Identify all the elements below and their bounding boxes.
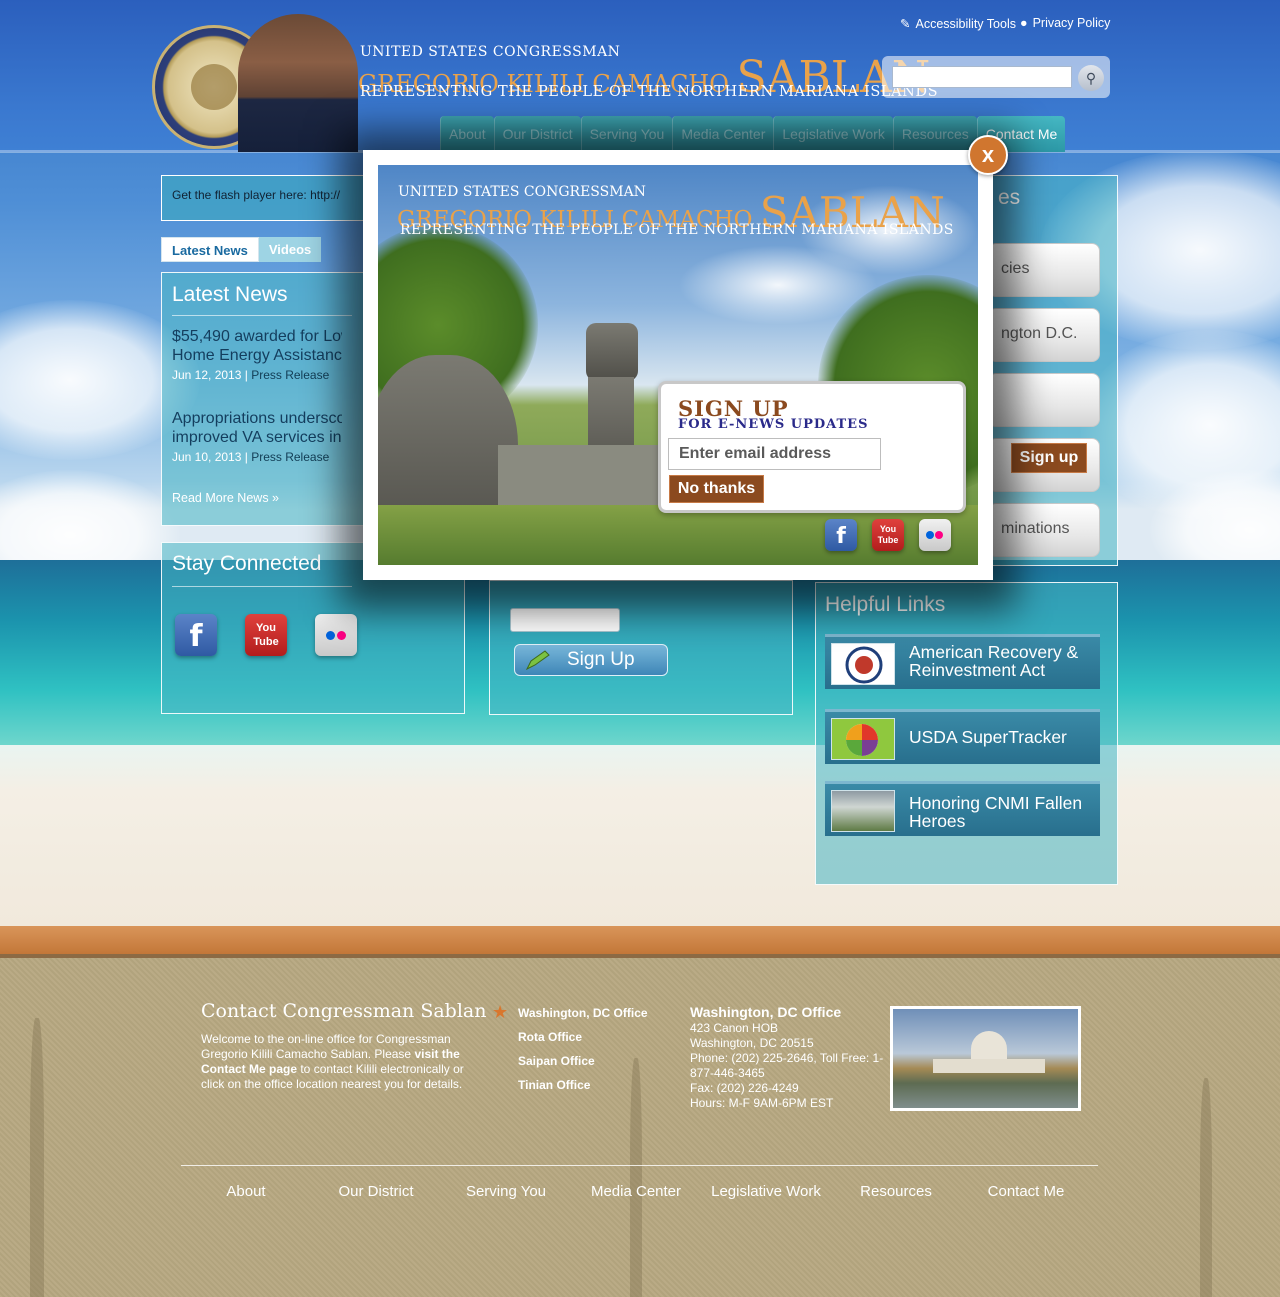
read-more-news-link[interactable]: Read More News » xyxy=(172,491,279,505)
youtube-icon[interactable]: You Tube xyxy=(872,519,904,551)
tab-latest-news[interactable]: Latest News xyxy=(161,237,259,262)
footer-nav-legislative-work[interactable]: Legislative Work xyxy=(701,1183,831,1200)
accessibility-link[interactable]: ✎ Accessibility Tools xyxy=(900,16,1016,31)
header-subtitle: REPRESENTING THE PEOPLE OF THE NORTHERN … xyxy=(360,84,939,100)
footer-nav-media-center[interactable]: Media Center xyxy=(571,1183,701,1200)
office-link-rota[interactable]: Rota Office xyxy=(518,1030,582,1044)
cemetery-thumbnail xyxy=(831,790,895,832)
youtube-icon[interactable]: You Tube xyxy=(245,614,287,656)
footer-intro-text: Welcome to the on-line office for Congre… xyxy=(201,1032,464,1091)
news-item-meta: Jun 12, 2013 | Press Release xyxy=(172,368,330,382)
privacy-link[interactable]: ● Privacy Policy xyxy=(1020,16,1110,30)
news-item-title[interactable]: $55,490 awarded for Low Home Energy Assis… xyxy=(172,327,342,365)
footer-nav-serving-you[interactable]: Serving You xyxy=(441,1183,571,1200)
news-item-title[interactable]: Appropriations underscore improved VA ser… xyxy=(172,409,342,447)
modal-close-button[interactable]: x xyxy=(968,135,1008,175)
office-link-washington[interactable]: Washington, DC Office xyxy=(518,1006,648,1020)
search-icon: ⚲ xyxy=(1085,70,1097,86)
modal-subtitle: REPRESENTING THE PEOPLE OF THE NORTHERN … xyxy=(400,222,954,238)
no-thanks-button[interactable]: No thanks xyxy=(669,475,764,503)
helpful-link[interactable]: USDA SuperTracker xyxy=(825,709,1100,764)
newsletter-signup-button[interactable]: Sign Up xyxy=(514,644,668,676)
stay-connected-title: Stay Connected xyxy=(172,552,322,575)
signup-email-input[interactable] xyxy=(668,438,881,470)
office-address: Washington, DC Office 423 Canon HOB Wash… xyxy=(690,1004,884,1111)
office-link-saipan[interactable]: Saipan Office xyxy=(518,1054,595,1068)
signup-subtitle: FOR E-NEWS UPDATES xyxy=(678,417,869,432)
flickr-icon[interactable] xyxy=(315,614,357,656)
recovery-act-logo xyxy=(831,643,895,685)
flickr-icon[interactable] xyxy=(919,519,951,551)
news-tabs: Latest News Videos xyxy=(161,237,322,262)
helpful-link[interactable]: American Recovery & Reinvestment Act xyxy=(825,634,1100,689)
footer-nav-our-district[interactable]: Our District xyxy=(311,1183,441,1200)
right-signup-button[interactable]: Sign up xyxy=(1011,443,1087,473)
wrench-icon: ✎ xyxy=(900,17,911,31)
search-button[interactable]: ⚲ xyxy=(1078,65,1104,91)
newsletter-email-field[interactable] xyxy=(510,608,620,632)
footer-contact-title: Contact Congressman Sablan xyxy=(201,1000,487,1022)
footer-nav-contact-me[interactable]: Contact Me xyxy=(961,1183,1091,1200)
footer-nav-resources[interactable]: Resources xyxy=(831,1183,961,1200)
helpful-link[interactable]: Honoring CNMI Fallen Heroes xyxy=(825,781,1100,836)
search-input[interactable] xyxy=(892,66,1072,88)
lock-icon: ● xyxy=(1020,16,1028,30)
capitol-photo xyxy=(890,1006,1081,1111)
office-link-tinian[interactable]: Tinian Office xyxy=(518,1078,590,1092)
facebook-icon[interactable]: f xyxy=(175,614,217,656)
footer-nav-about[interactable]: About xyxy=(181,1183,311,1200)
tab-videos[interactable]: Videos xyxy=(258,237,322,262)
pencil-icon xyxy=(525,650,550,671)
latest-news-title: Latest News xyxy=(172,283,288,306)
star-icon: ★ xyxy=(492,1002,509,1022)
facebook-icon[interactable]: f xyxy=(825,519,857,551)
news-item-meta: Jun 10, 2013 | Press Release xyxy=(172,450,330,464)
myplate-logo xyxy=(831,718,895,760)
